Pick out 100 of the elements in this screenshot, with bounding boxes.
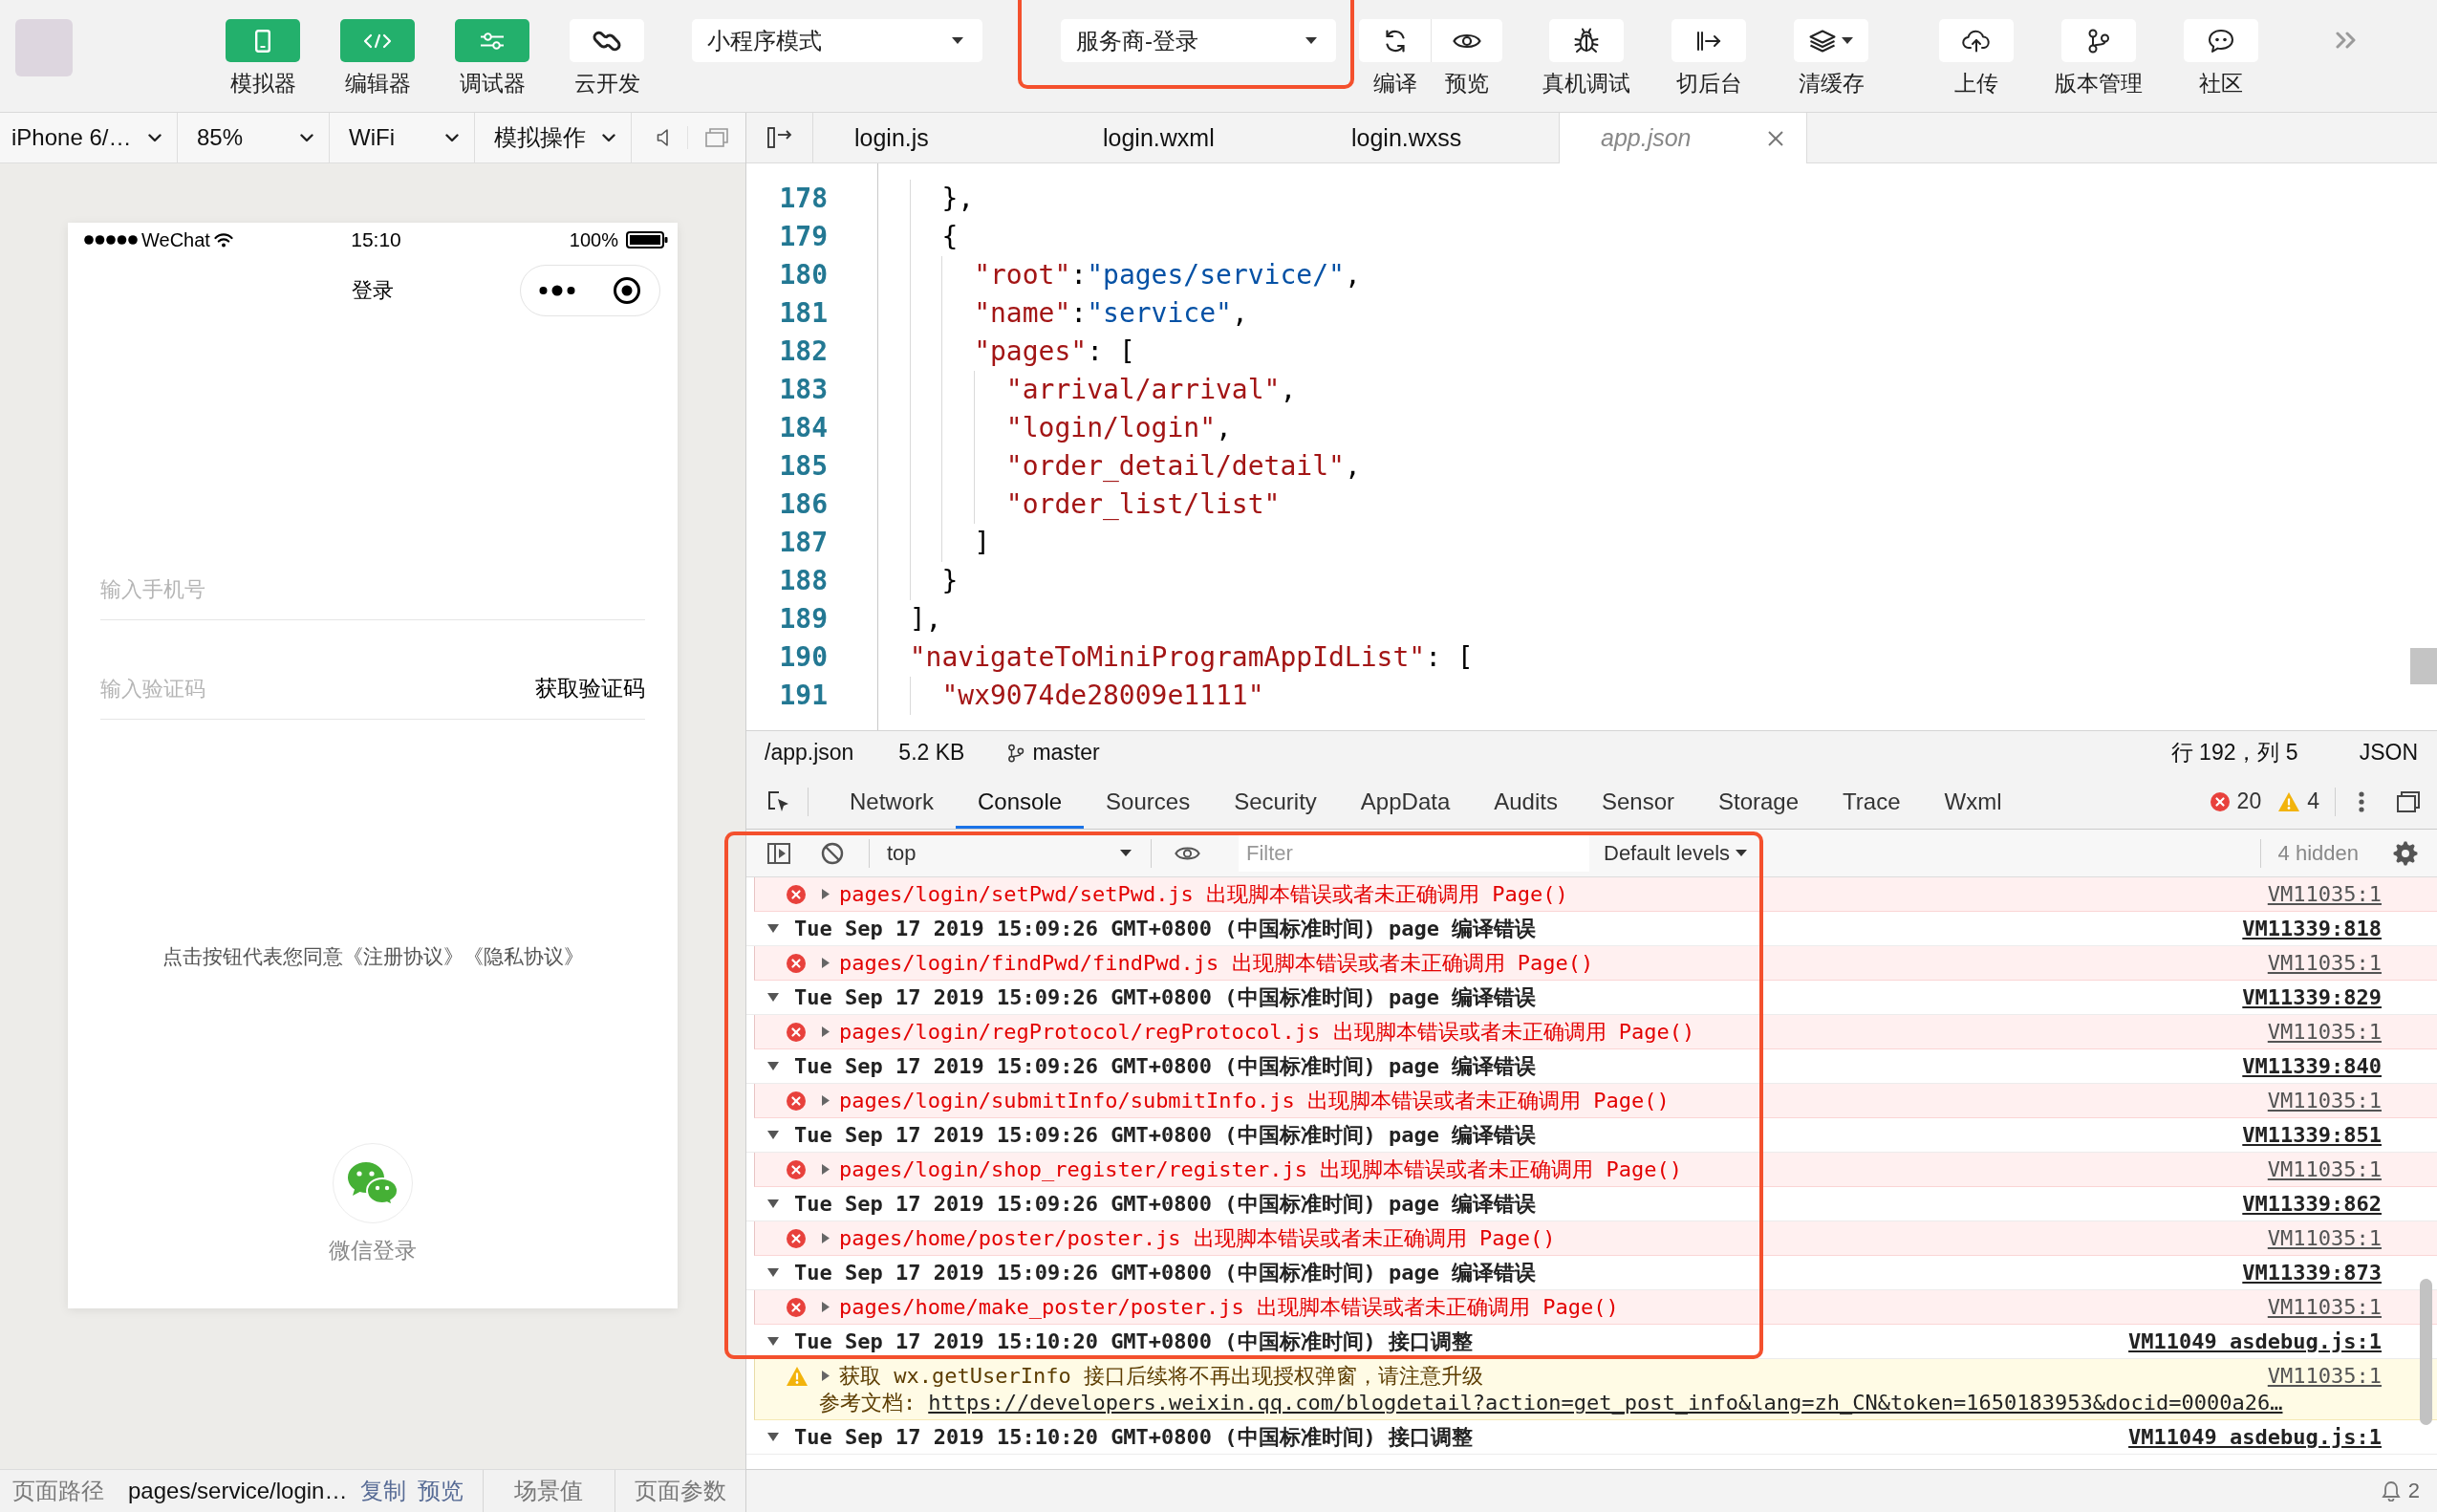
chevron-down-icon [148, 133, 162, 142]
context-select[interactable]: top [887, 830, 1141, 876]
source-link[interactable]: VM11035:1 [2267, 1089, 2382, 1112]
split-panel-icon[interactable] [767, 842, 790, 864]
compile-select[interactable]: 服务商-登录 [1061, 19, 1336, 62]
compile-button[interactable] [1359, 19, 1431, 62]
source-link[interactable]: VM11049 asdebug.js:1 [2128, 1425, 2382, 1449]
copy-link[interactable]: 复制 [360, 1476, 407, 1506]
remote-debug-button[interactable] [1549, 19, 1624, 62]
disclosure-triangle-icon[interactable] [767, 1062, 779, 1070]
disclosure-triangle-icon[interactable] [822, 1164, 830, 1175]
devtools-tab[interactable]: Trace [1821, 774, 1923, 829]
community-button[interactable] [2184, 19, 2258, 62]
scene-button[interactable]: 场景值 [514, 1476, 584, 1506]
version-button[interactable] [2061, 19, 2136, 62]
scrollbar-thumb[interactable] [2410, 648, 2437, 684]
disclosure-triangle-icon[interactable] [767, 924, 779, 933]
source-link[interactable]: VM11035:1 [2267, 1157, 2382, 1181]
source-link[interactable]: VM11339:829 [2242, 985, 2382, 1009]
source-link[interactable]: VM11049 asdebug.js:1 [2128, 1329, 2382, 1353]
levels-select[interactable]: Default levels [1604, 830, 1748, 876]
circle-slash-icon[interactable] [821, 841, 844, 865]
zoom-select[interactable]: 85% [178, 113, 330, 162]
more-icon[interactable] [539, 285, 576, 296]
more-menu-icon[interactable] [2359, 790, 2364, 812]
chevron-down-icon [445, 133, 459, 142]
filter-input[interactable]: Filter [1239, 834, 1589, 872]
source-link[interactable]: VM11339:818 [2242, 917, 2382, 940]
source-link[interactable]: VM11035:1 [2267, 1364, 2382, 1388]
devtools-tab[interactable]: Storage [1696, 774, 1822, 829]
devtools-tab[interactable]: Sensor [1579, 774, 1696, 829]
disclosure-triangle-icon[interactable] [767, 1199, 779, 1208]
disclosure-triangle-icon[interactable] [767, 993, 779, 1002]
bell-icon[interactable] [2381, 1480, 2401, 1501]
upload-button[interactable] [1939, 19, 2014, 62]
mode-select[interactable]: 小程序模式 [692, 19, 982, 62]
target-icon[interactable] [612, 276, 641, 305]
code-line: } [941, 564, 959, 598]
chat-bubbles-icon [347, 1160, 399, 1206]
disclosure-triangle-icon[interactable] [822, 1302, 830, 1312]
debugger-button[interactable] [455, 19, 529, 62]
branch-name[interactable]: master [1032, 740, 1100, 766]
language-mode[interactable]: JSON [2359, 740, 2418, 766]
source-link[interactable]: VM11035:1 [2267, 1226, 2382, 1250]
log-group-title: Tue Sep 17 2019 15:09:26 GMT+0800 (中国标准时间) page 编译错误 [794, 1190, 1537, 1218]
file-tab[interactable]: login.wxml [1062, 113, 1310, 162]
device-select[interactable]: iPhone 6/… [0, 113, 178, 162]
disclosure-triangle-icon[interactable] [822, 1026, 830, 1037]
bar-arrow-icon[interactable] [766, 127, 792, 148]
source-link[interactable]: VM11339:862 [2242, 1192, 2382, 1216]
file-tab[interactable]: app.json [1559, 113, 1807, 163]
devtools-tab[interactable]: Security [1212, 774, 1339, 829]
page-params-button[interactable]: 页面参数 [634, 1476, 726, 1506]
disclosure-triangle-icon[interactable] [822, 889, 830, 899]
warning-count[interactable]: 4 [2307, 788, 2319, 814]
code-line: "arrival/arrival", [1005, 373, 1297, 407]
devtools-tab[interactable]: Audits [1472, 774, 1580, 829]
close-icon[interactable] [1768, 130, 1783, 146]
disclosure-triangle-icon[interactable] [822, 958, 830, 968]
disclosure-triangle-icon[interactable] [822, 1233, 830, 1243]
overlapping-windows-icon[interactable] [2397, 790, 2420, 812]
operation-select[interactable]: 模拟操作 [475, 113, 632, 162]
disclosure-triangle-icon[interactable] [767, 1268, 779, 1277]
disclosure-triangle-icon[interactable] [822, 1371, 830, 1381]
scrollbar-thumb[interactable] [2420, 1279, 2432, 1425]
error-message: pages/login/findPwd/findPwd.js 出现脚本错误或者未正确调用 Page() [839, 949, 1594, 977]
preview-link[interactable]: 预览 [418, 1476, 464, 1506]
speaker-icon[interactable] [657, 128, 670, 147]
devtools-tab[interactable]: Sources [1084, 774, 1213, 829]
source-link[interactable]: VM11339:840 [2242, 1054, 2382, 1078]
error-count[interactable]: 20 [2236, 788, 2262, 814]
settings-icon[interactable] [2393, 840, 2418, 866]
editor-button[interactable] [340, 19, 415, 62]
devtools-tab[interactable]: AppData [1338, 774, 1473, 829]
error-icon[interactable] [2210, 791, 2230, 811]
clear-cache-button[interactable] [1794, 19, 1868, 62]
disclosure-triangle-icon[interactable] [822, 1095, 830, 1106]
devtools-tab[interactable]: Network [828, 774, 957, 829]
cloud-dev-button[interactable] [570, 19, 644, 62]
disclosure-triangle-icon[interactable] [767, 1337, 779, 1346]
source-link[interactable]: VM11035:1 [2267, 1020, 2382, 1044]
simulator-button[interactable] [226, 19, 300, 62]
get-code-button[interactable]: 获取验证码 [535, 659, 645, 720]
file-tab[interactable]: login.js [813, 113, 1062, 162]
phone-number-input[interactable]: 输入手机号 [100, 559, 645, 620]
source-link[interactable]: VM11035:1 [2267, 1295, 2382, 1319]
background-button[interactable] [1671, 19, 1746, 62]
file-tab[interactable]: login.wxss [1310, 113, 1559, 162]
doc-link[interactable]: https://developers.weixin.qq.com/blogdetail?action=get_post_info&lang=zh_CN&token=1650183953&docid=0000a26… [928, 1391, 2283, 1415]
preview-button[interactable] [1431, 19, 1502, 62]
disclosure-triangle-icon[interactable] [767, 1131, 779, 1139]
source-link[interactable]: VM11339:851 [2242, 1123, 2382, 1147]
disclosure-triangle-icon[interactable] [767, 1433, 779, 1441]
devtools-tab[interactable]: Wxml [1922, 774, 2024, 829]
source-link[interactable]: VM11035:1 [2267, 882, 2382, 906]
source-link[interactable]: VM11035:1 [2267, 951, 2382, 975]
verification-code-input[interactable]: 输入验证码 [100, 659, 535, 720]
source-link[interactable]: VM11339:873 [2242, 1261, 2382, 1285]
chat-bubble-icon [2208, 28, 2234, 54]
network-select[interactable]: WiFi [330, 113, 475, 162]
